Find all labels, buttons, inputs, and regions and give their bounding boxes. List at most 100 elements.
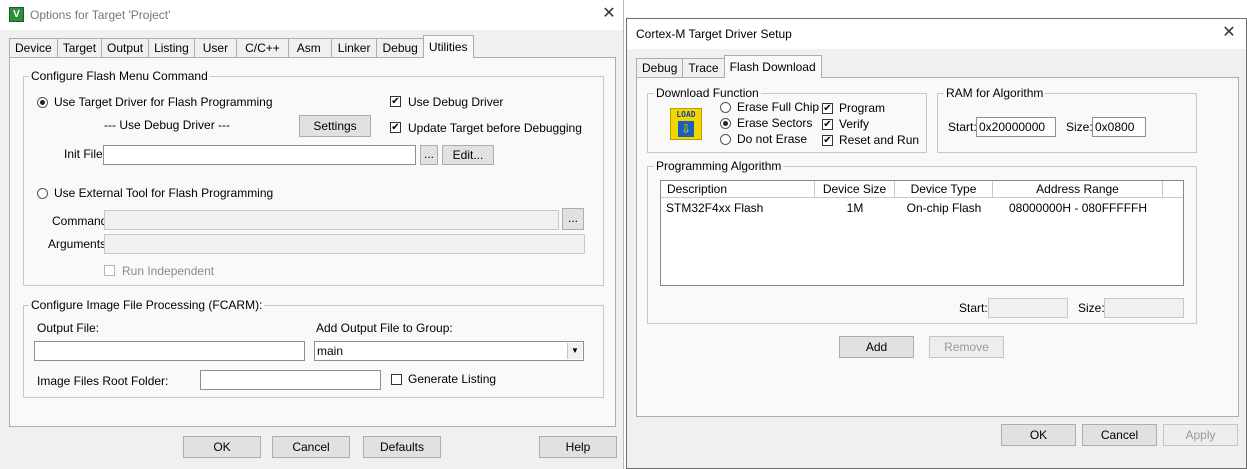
use-target-driver-label[interactable]: Use Target Driver for Flash Programming <box>54 95 273 109</box>
download-function-group: Download Function LOAD ⇩ Erase Full Chip… <box>647 86 927 153</box>
tab-linker[interactable]: Linker <box>330 38 378 58</box>
close-icon[interactable]: ✕ <box>600 5 618 23</box>
init-file-label: Init File: <box>64 147 107 161</box>
options-cancel-button[interactable]: Cancel <box>272 436 350 458</box>
run-independent-label[interactable]: Run Independent <box>122 264 214 278</box>
tab-trace[interactable]: Trace <box>682 58 725 78</box>
image-processing-group-legend: Configure Image File Processing (FCARM): <box>29 298 265 312</box>
driver-cancel-button[interactable]: Cancel <box>1082 424 1157 446</box>
init-file-browse-button[interactable]: ... <box>420 145 438 165</box>
tab-listing[interactable]: Listing <box>148 38 195 58</box>
tab-user[interactable]: User <box>193 38 238 58</box>
row-device-type: On-chip Flash <box>906 201 982 215</box>
do-not-erase-label[interactable]: Do not Erase <box>737 132 807 146</box>
arguments-label: Arguments: <box>48 237 110 251</box>
flash-menu-group-legend: Configure Flash Menu Command <box>29 69 210 83</box>
program-label[interactable]: Program <box>839 101 885 115</box>
use-debug-driver-checkbox[interactable]: ✔ <box>390 96 401 107</box>
tab-debug[interactable]: Debug <box>376 38 424 58</box>
options-window-title: Options for Target 'Project' <box>30 8 171 22</box>
tab-flash-download[interactable]: Flash Download <box>723 55 822 78</box>
ram-size-input[interactable]: 0x0800 <box>1092 117 1146 137</box>
update-target-label[interactable]: Update Target before Debugging <box>408 121 582 135</box>
driver-titlebar: Cortex-M Target Driver Setup ✕ <box>627 19 1246 49</box>
flash-download-panel: Download Function LOAD ⇩ Erase Full Chip… <box>636 77 1239 417</box>
init-file-input[interactable] <box>103 145 416 165</box>
driver-select-label: --- Use Debug Driver --- <box>104 118 231 132</box>
output-group-select[interactable]: main ▼ <box>314 341 584 361</box>
command-input[interactable] <box>104 210 559 230</box>
command-browse-button[interactable]: ... <box>562 208 584 230</box>
programming-algorithm-group: Programming Algorithm Description Device… <box>647 159 1197 324</box>
use-target-driver-radio[interactable] <box>37 97 48 108</box>
options-tab-bar: Device Target Output Listing User C/C++ … <box>9 35 474 58</box>
output-group-value: main <box>317 344 344 358</box>
flash-menu-group: Configure Flash Menu Command Use Target … <box>23 69 604 286</box>
erase-sectors-radio[interactable] <box>720 118 731 129</box>
root-folder-label: Image Files Root Folder: <box>37 374 169 388</box>
load-icon-text: LOAD <box>676 110 696 119</box>
erase-sectors-label[interactable]: Erase Sectors <box>737 116 812 130</box>
options-defaults-button[interactable]: Defaults <box>363 436 441 458</box>
reset-and-run-checkbox[interactable]: ✔ <box>822 135 833 146</box>
tab-asm[interactable]: Asm <box>287 38 332 58</box>
options-ok-button[interactable]: OK <box>183 436 261 458</box>
load-icon: LOAD ⇩ <box>670 108 702 140</box>
utilities-panel: Configure Flash Menu Command Use Target … <box>9 57 616 427</box>
image-processing-group: Configure Image File Processing (FCARM):… <box>23 298 604 398</box>
remove-button[interactable]: Remove <box>929 336 1004 358</box>
options-help-button[interactable]: Help <box>539 436 617 458</box>
generate-listing-checkbox[interactable] <box>391 374 402 385</box>
driver-ok-button[interactable]: OK <box>1001 424 1076 446</box>
use-external-tool-label[interactable]: Use External Tool for Flash Programming <box>54 186 273 200</box>
arguments-input[interactable] <box>104 234 585 254</box>
ram-size-label: Size: <box>1066 120 1093 134</box>
programming-algorithm-legend: Programming Algorithm <box>654 159 784 173</box>
ram-start-input[interactable]: 0x20000000 <box>976 117 1056 137</box>
algorithm-table[interactable]: Description Device Size Device Type Addr… <box>660 180 1184 286</box>
tab-utilities[interactable]: Utilities <box>422 35 474 58</box>
download-arrow-icon: ⇩ <box>678 121 694 137</box>
use-debug-driver-label[interactable]: Use Debug Driver <box>408 95 503 109</box>
algo-start-label: Start: <box>959 301 988 315</box>
add-output-group-label: Add Output File to Group: <box>316 321 453 335</box>
driver-tab-bar: Debug Trace Flash Download <box>636 55 822 78</box>
row-address-range: 08000000H - 080FFFFFH <box>1008 201 1148 215</box>
row-device-size: 1M <box>846 201 864 215</box>
algo-size-input[interactable] <box>1104 298 1184 318</box>
app-icon: V <box>9 7 24 22</box>
algo-start-input[interactable] <box>988 298 1068 318</box>
driver-apply-button[interactable]: Apply <box>1163 424 1238 446</box>
tab-device[interactable]: Device <box>9 38 58 58</box>
options-titlebar: V Options for Target 'Project' ✕ <box>0 0 623 30</box>
chevron-down-icon[interactable]: ▼ <box>567 343 582 359</box>
erase-full-chip-label[interactable]: Erase Full Chip <box>737 100 819 114</box>
add-button[interactable]: Add <box>839 336 914 358</box>
generate-listing-label[interactable]: Generate Listing <box>408 372 496 386</box>
close-icon[interactable]: ✕ <box>1220 24 1238 42</box>
output-file-input[interactable] <box>34 341 305 361</box>
verify-checkbox[interactable]: ✔ <box>822 119 833 130</box>
root-folder-input[interactable] <box>200 370 381 390</box>
ram-group-legend: RAM for Algorithm <box>944 86 1046 100</box>
program-checkbox[interactable]: ✔ <box>822 103 833 114</box>
ram-start-label: Start: <box>948 120 977 134</box>
verify-label[interactable]: Verify <box>839 117 869 131</box>
edit-button[interactable]: Edit... <box>442 145 494 165</box>
use-external-tool-radio[interactable] <box>37 188 48 199</box>
reset-and-run-label[interactable]: Reset and Run <box>839 133 919 147</box>
settings-button[interactable]: Settings <box>299 115 371 137</box>
ram-group: RAM for Algorithm Start: 0x20000000 Size… <box>937 86 1197 153</box>
do-not-erase-radio[interactable] <box>720 134 731 145</box>
command-label: Command: <box>52 214 111 228</box>
tab-target[interactable]: Target <box>56 38 103 58</box>
update-target-checkbox[interactable]: ✔ <box>390 122 401 133</box>
run-independent-checkbox[interactable] <box>104 265 115 276</box>
erase-full-chip-radio[interactable] <box>720 102 731 113</box>
driver-window-title: Cortex-M Target Driver Setup <box>636 27 792 41</box>
tab-debug[interactable]: Debug <box>636 58 684 78</box>
tab-cpp[interactable]: C/C++ <box>236 38 289 58</box>
tab-output[interactable]: Output <box>101 38 150 58</box>
algo-size-label: Size: <box>1078 301 1105 315</box>
table-row[interactable]: STM32F4xx Flash 1M On-chip Flash 0800000… <box>661 181 1183 221</box>
